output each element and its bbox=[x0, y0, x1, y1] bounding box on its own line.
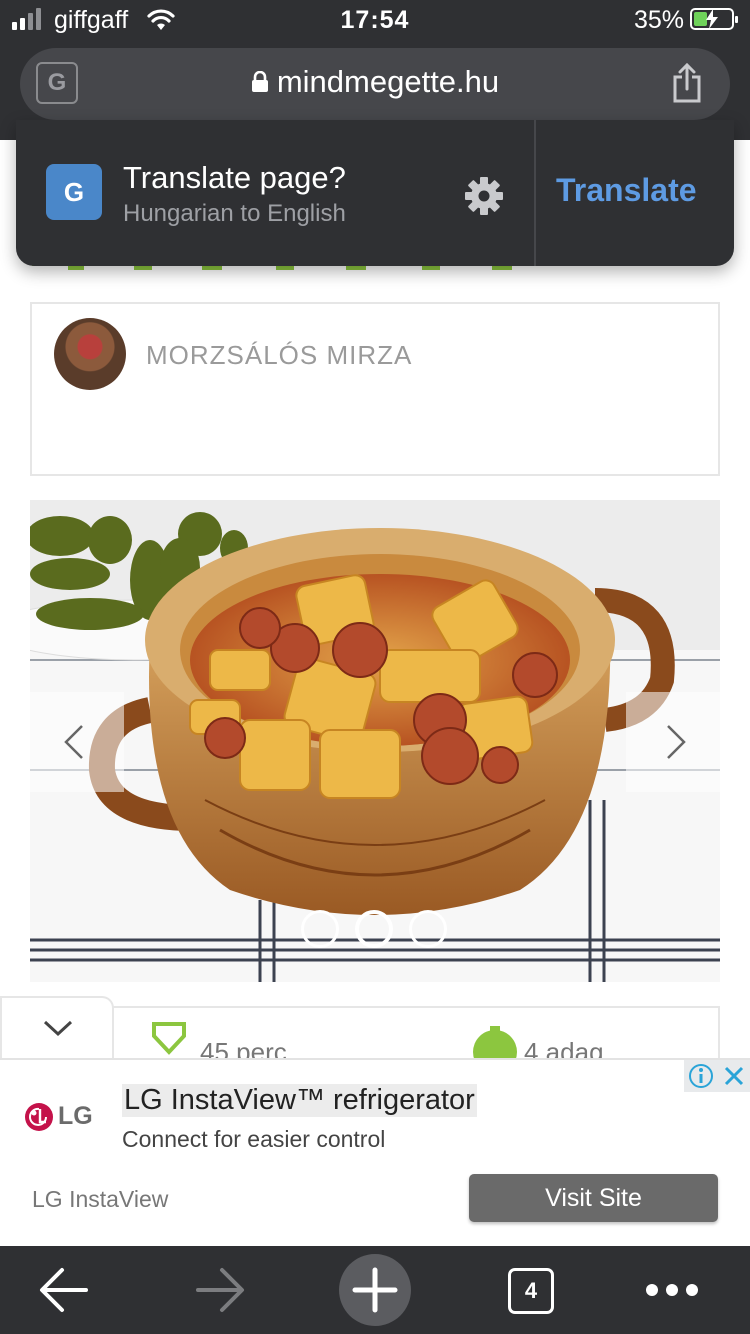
forward-arrow-icon[interactable] bbox=[192, 1246, 248, 1334]
ad-badges bbox=[684, 1060, 750, 1092]
translate-language-pair: Hungarian to English bbox=[123, 200, 346, 227]
google-translate-icon: G bbox=[46, 164, 102, 220]
collapse-toggle[interactable] bbox=[0, 996, 114, 1060]
author-avatar[interactable] bbox=[54, 318, 126, 390]
tab-switcher-button[interactable]: 4 bbox=[508, 1268, 554, 1314]
recipe-photo-gallery[interactable] bbox=[30, 500, 720, 982]
gallery-dot-2-active[interactable] bbox=[355, 910, 393, 948]
gallery-dot-3[interactable] bbox=[409, 910, 447, 948]
translate-page-prompt: G Translate page? Hungarian to English T… bbox=[16, 120, 734, 266]
browser-top-chrome: giffgaff 17:54 35% G mindmegette.hu bbox=[0, 0, 750, 140]
chevron-down-icon bbox=[43, 1020, 73, 1037]
back-arrow-icon[interactable] bbox=[36, 1246, 92, 1334]
author-card[interactable]: MORZSÁLÓS MIRZA bbox=[30, 302, 720, 476]
new-tab-plus-icon[interactable] bbox=[338, 1246, 412, 1334]
browser-toolbar: 4 bbox=[0, 1246, 750, 1334]
gear-icon[interactable] bbox=[464, 176, 504, 216]
url-domain: mindmegette.hu bbox=[276, 64, 500, 99]
url-bar[interactable]: G mindmegette.hu bbox=[20, 48, 730, 120]
more-menu-icon[interactable] bbox=[640, 1246, 704, 1334]
gallery-dot-1[interactable] bbox=[301, 910, 339, 948]
timer-icon bbox=[152, 1022, 186, 1055]
divider bbox=[534, 120, 536, 266]
gallery-next-button[interactable] bbox=[626, 692, 720, 792]
status-bar: giffgaff 17:54 35% bbox=[0, 0, 750, 44]
lg-logo: LG bbox=[24, 1100, 94, 1134]
ad-subtext: Connect for easier control bbox=[122, 1126, 386, 1152]
cook-time: 45 perc bbox=[200, 1037, 287, 1058]
ad-headline[interactable]: LG InstaView™ refrigerator bbox=[122, 1084, 477, 1117]
battery-percent: 35% bbox=[633, 6, 684, 34]
lock-icon bbox=[251, 70, 268, 92]
gallery-prev-button[interactable] bbox=[30, 692, 124, 792]
visit-site-button[interactable]: Visit Site bbox=[469, 1174, 718, 1222]
chevron-left-icon bbox=[64, 725, 83, 759]
author-name[interactable]: MORZSÁLÓS MIRZA bbox=[146, 340, 412, 371]
url-text[interactable]: mindmegette.hu bbox=[20, 64, 730, 100]
ad-banner[interactable]: LG LG InstaView™ refrigerator Connect fo… bbox=[0, 1058, 750, 1246]
translate-prompt-title: Translate page? bbox=[123, 160, 346, 195]
servings-icon bbox=[473, 1026, 517, 1062]
share-icon[interactable] bbox=[670, 62, 704, 104]
servings: 4 adag bbox=[524, 1037, 604, 1058]
charging-bolt-icon bbox=[706, 9, 718, 29]
lg-logo-text: LG bbox=[58, 1102, 93, 1130]
ad-advertiser: LG InstaView bbox=[32, 1186, 169, 1212]
chevron-right-icon bbox=[667, 725, 686, 759]
ad-info-icon[interactable] bbox=[688, 1063, 714, 1089]
battery-icon bbox=[690, 8, 738, 30]
ad-close-icon[interactable] bbox=[722, 1064, 746, 1088]
recipe-info-strip: 45 perc 4 adag bbox=[30, 1006, 720, 1066]
translate-button[interactable]: Translate bbox=[556, 172, 697, 209]
